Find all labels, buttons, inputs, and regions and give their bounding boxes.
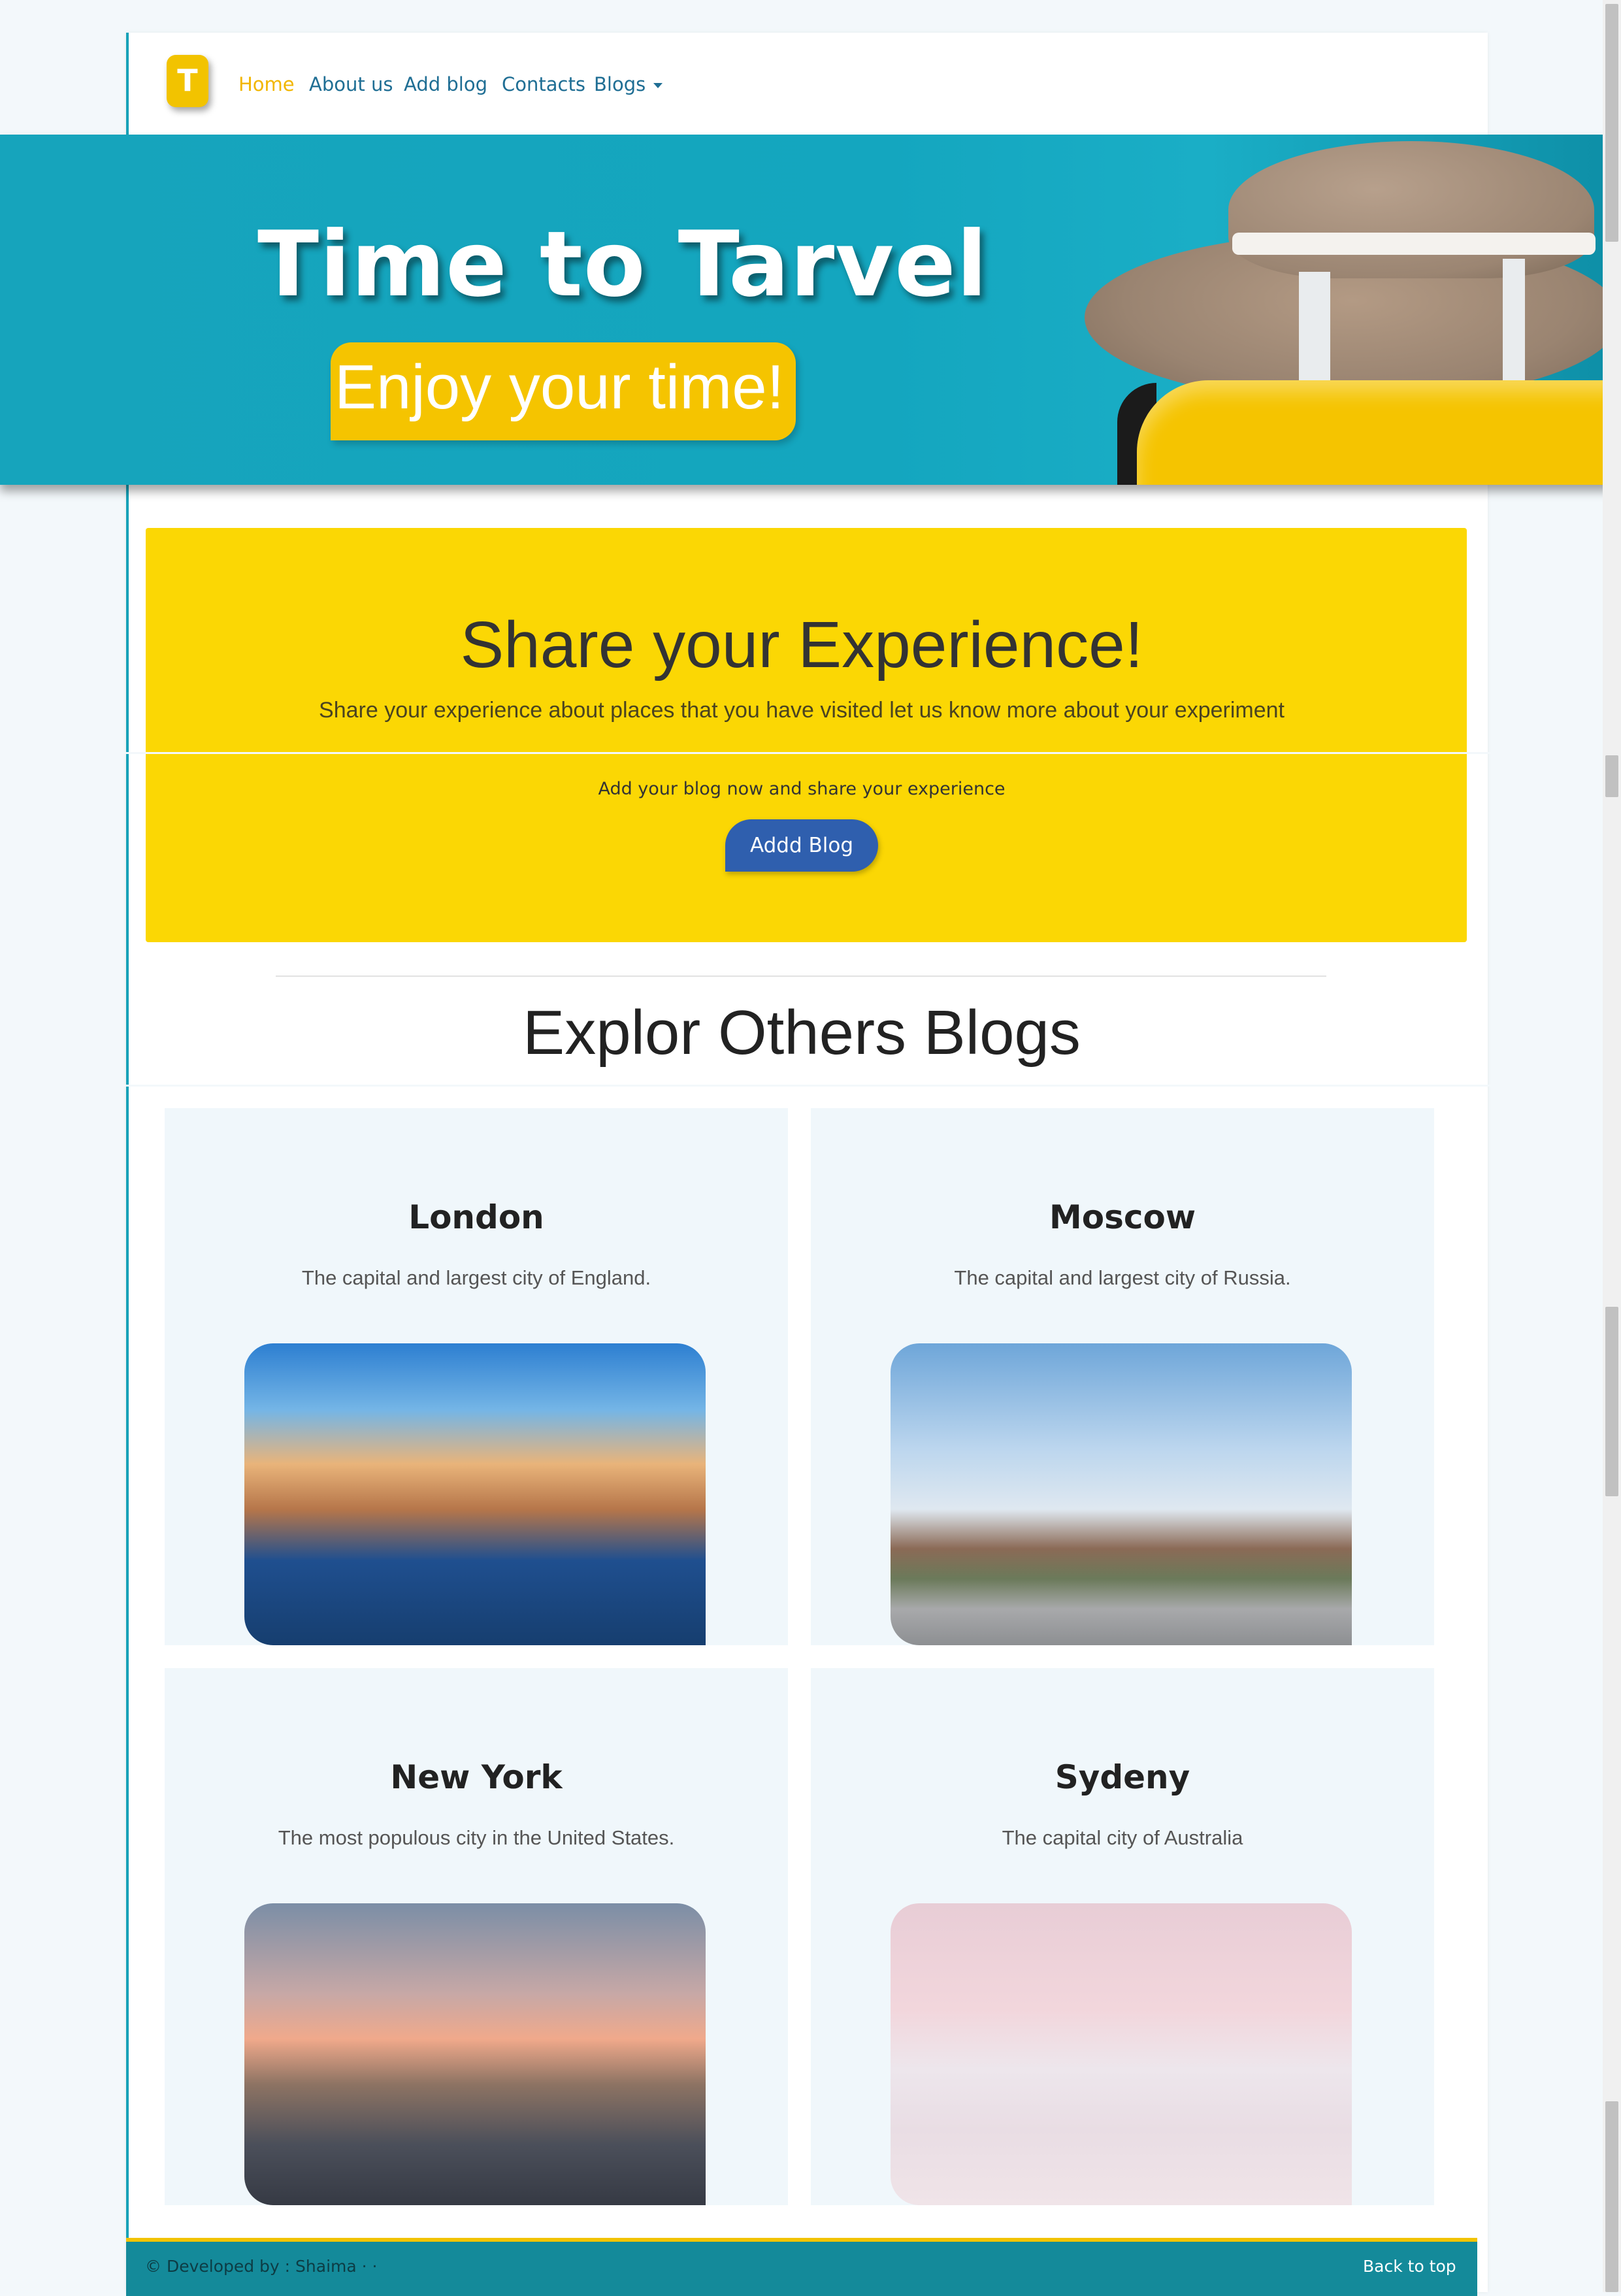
explore-title: Explor Others Blogs: [523, 998, 1081, 1068]
share-section: [146, 528, 1467, 942]
suitcase-handle: [1503, 259, 1525, 389]
screenshot-seam: [0, 1085, 1621, 1087]
hero-title: Time to Tarvel: [257, 212, 989, 317]
suitcase-image: [1137, 380, 1611, 485]
nav-home-link[interactable]: Home: [238, 73, 295, 95]
card-text: The capital city of Australia: [1002, 1826, 1243, 1849]
card-title: London: [408, 1198, 544, 1236]
scrollbar-track[interactable]: [1603, 0, 1621, 2292]
add-blog-button[interactable]: Addd Blog: [725, 819, 878, 872]
blog-card-moscow[interactable]: Moscow The capital and largest city of R…: [811, 1108, 1434, 1645]
card-title: New York: [390, 1758, 563, 1796]
hat-crown-image: [1228, 141, 1594, 278]
site-logo[interactable]: T: [167, 55, 208, 107]
share-description: Share your experience about places that …: [319, 698, 1285, 723]
hero-subtitle: Enjoy your time!: [335, 352, 785, 422]
london-image: [244, 1343, 706, 1645]
blog-card-new-york[interactable]: New York The most populous city in the U…: [165, 1668, 788, 2205]
sydney-image: [891, 1903, 1352, 2205]
nav-blogs-dropdown[interactable]: Blogs: [594, 73, 663, 95]
blog-card-sydney[interactable]: Sydeny The capital city of Australia: [811, 1668, 1434, 2205]
screenshot-seam: [0, 752, 1621, 754]
card-text: The capital and largest city of England.: [301, 1266, 651, 1289]
hero-banner: Time to Tarvel Enjoy your time!: [0, 135, 1611, 485]
card-title: Moscow: [1049, 1198, 1196, 1236]
nav-blogs-label: Blogs: [594, 73, 646, 95]
hat-band-image: [1232, 233, 1596, 255]
card-text: The capital and largest city of Russia.: [954, 1266, 1291, 1289]
nav-about-link[interactable]: About us: [309, 73, 393, 95]
blog-card-london[interactable]: London The capital and largest city of E…: [165, 1108, 788, 1645]
card-title: Sydeny: [1055, 1758, 1190, 1796]
footer-credit: © Developed by : Shaima · ·: [145, 2257, 378, 2276]
moscow-image: [891, 1343, 1352, 1645]
scrollbar-thumb[interactable]: [1605, 2101, 1618, 2292]
nav-contacts-link[interactable]: Contacts: [502, 73, 585, 95]
suitcase-handle: [1299, 272, 1330, 389]
chevron-down-icon: [653, 83, 663, 88]
back-to-top-link[interactable]: Back to top: [1363, 2257, 1456, 2276]
scrollbar-thumb[interactable]: [1605, 1307, 1618, 1496]
share-title: Share your Experience!: [460, 608, 1143, 681]
share-cta-text: Add your blog now and share your experie…: [598, 779, 1006, 799]
card-text: The most populous city in the United Sta…: [278, 1826, 675, 1849]
new-york-image: [244, 1903, 706, 2205]
scrollbar-thumb[interactable]: [1605, 755, 1618, 797]
nav-add-blog-link[interactable]: Add blog: [404, 73, 487, 95]
scrollbar-thumb[interactable]: [1605, 4, 1618, 242]
divider: [276, 976, 1326, 977]
